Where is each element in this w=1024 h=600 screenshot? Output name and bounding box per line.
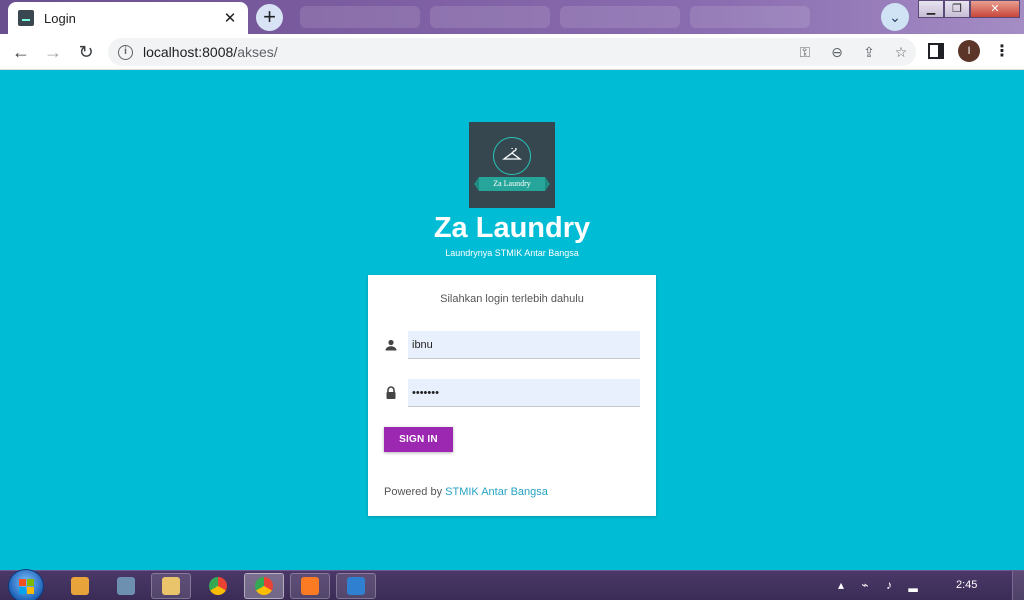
taskbar-clock[interactable]: 2:45 — [956, 579, 977, 591]
window-controls: ▁ ❐ ✕ — [918, 0, 1020, 18]
close-window-button[interactable]: ✕ — [970, 0, 1020, 18]
background-tab[interactable] — [560, 6, 680, 28]
tab-login[interactable]: Login ✕ — [8, 2, 248, 34]
share-icon[interactable]: ⇪ — [860, 42, 878, 62]
more-menu-icon[interactable]: ⋮ — [994, 41, 1010, 61]
chrome-taskbar-icon[interactable] — [198, 573, 238, 599]
page-subtitle: Laundrynya STMIK Antar Bangsa — [445, 248, 579, 258]
laundry-favicon-icon — [18, 10, 34, 26]
powered-prefix: Powered by — [384, 486, 446, 498]
za-laundry-logo: Za Laundry — [469, 122, 555, 208]
lock-icon — [386, 386, 396, 399]
url-text[interactable]: localhost:8008/akses/ — [143, 44, 278, 60]
browser-tabstrip: Login ✕ + ⌄ ▁ ❐ ✕ — [0, 0, 1024, 34]
remote-desktop-taskbar-icon[interactable] — [106, 573, 146, 599]
tab-title: Login — [44, 10, 76, 26]
sign-in-button[interactable]: SIGN IN — [384, 427, 453, 452]
show-hidden-icons-icon[interactable]: ▴ — [834, 577, 848, 593]
xampp-taskbar-icon[interactable] — [290, 573, 330, 599]
address-bar[interactable]: i localhost:8008/akses/ ⚿ ⊖ ⇪ ☆ — [108, 38, 916, 66]
power-plug-icon[interactable]: ⌁ — [858, 577, 872, 593]
login-instruction: Silahkan login terlebih dahulu — [440, 293, 584, 305]
page-title: Za Laundry — [433, 212, 591, 244]
powered-by-text: Powered by STMIK Antar Bangsa — [384, 486, 548, 498]
back-arrow-icon[interactable]: ← — [8, 39, 34, 65]
start-button[interactable] — [8, 569, 44, 600]
side-panel-icon[interactable] — [928, 43, 944, 59]
chrome-active-taskbar-icon[interactable] — [244, 573, 284, 599]
site-info-icon[interactable]: i — [118, 44, 133, 60]
system-tray: ▴ ⌁ ♪ ▂ — [834, 577, 920, 593]
password-row — [384, 379, 640, 407]
zoom-icon[interactable]: ⊖ — [828, 42, 846, 62]
reload-icon[interactable]: ↻ — [73, 39, 99, 65]
url-path: akses/ — [237, 44, 278, 60]
file-explorer-taskbar-icon[interactable] — [151, 573, 191, 599]
tab-close-icon[interactable]: ✕ — [222, 9, 238, 27]
stmik-link[interactable]: STMIK Antar Bangsa — [445, 486, 548, 498]
tab-search-chevron-icon[interactable]: ⌄ — [881, 3, 909, 31]
omnibox-actions: ⚿ ⊖ ⇪ ☆ — [796, 42, 910, 62]
background-tab[interactable] — [690, 6, 810, 28]
volume-icon[interactable]: ♪ — [882, 577, 896, 593]
username-row — [384, 331, 640, 359]
network-signal-icon[interactable]: ▂ — [906, 577, 920, 593]
show-desktop-button[interactable] — [1012, 571, 1024, 600]
browser-toolbar: ← → ↻ i localhost:8008/akses/ ⚿ ⊖ ⇪ ☆ I … — [0, 34, 1024, 70]
windows-logo-icon — [19, 579, 35, 595]
windows-taskbar: ▴ ⌁ ♪ ▂ 2:45 — [0, 569, 1024, 600]
vscode-taskbar-icon[interactable] — [336, 573, 376, 599]
minimize-button[interactable]: ▁ — [918, 0, 944, 18]
url-host: localhost:8008/ — [143, 44, 238, 60]
password-input[interactable] — [408, 379, 640, 407]
background-tab[interactable] — [430, 6, 550, 28]
bookmark-star-icon[interactable]: ☆ — [892, 42, 910, 62]
profile-avatar[interactable]: I — [958, 40, 980, 62]
username-input[interactable] — [408, 331, 640, 359]
person-icon — [385, 339, 397, 351]
forward-arrow-icon[interactable]: → — [40, 39, 66, 65]
background-tab[interactable] — [300, 6, 420, 28]
password-key-icon[interactable]: ⚿ — [796, 42, 814, 62]
new-tab-button[interactable]: + — [256, 4, 283, 31]
toolbar-right: I ⋮ — [928, 40, 1010, 62]
login-card: Silahkan login terlebih dahulu SIGN IN P… — [368, 275, 656, 516]
media-player-taskbar-icon[interactable] — [60, 573, 100, 599]
logo-ribbon-text: Za Laundry — [474, 177, 550, 191]
restore-button[interactable]: ❐ — [944, 0, 970, 18]
hanger-icon — [493, 137, 531, 175]
